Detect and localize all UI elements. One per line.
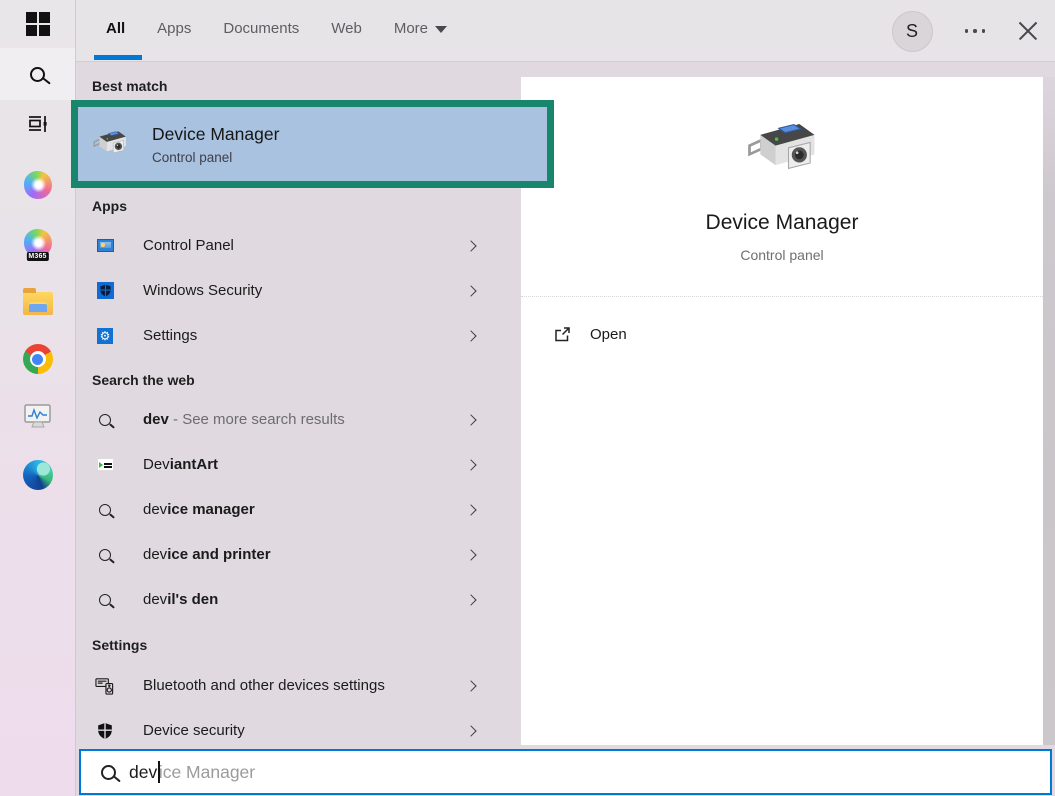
tab-more[interactable]: More	[394, 20, 447, 37]
topbar-controls: S	[892, 0, 1040, 62]
tab-apps[interactable]: Apps	[157, 20, 191, 37]
search-icon	[101, 765, 116, 780]
setting-device-security[interactable]: Device security	[76, 708, 521, 753]
web-result-device-and-printer[interactable]: device and printer	[76, 532, 521, 577]
m365-badge: M365	[26, 252, 48, 261]
tab-all[interactable]: All	[106, 20, 125, 37]
chevron-right-icon[interactable]	[465, 414, 476, 425]
desktop-strip	[1043, 77, 1055, 745]
search-flyout: All Apps Documents Web More S Best match…	[75, 0, 1055, 796]
result-windows-security[interactable]: Windows Security	[76, 268, 521, 313]
search-icon	[30, 67, 45, 82]
copilot-icon	[24, 171, 52, 199]
settings-header: Settings	[92, 636, 521, 654]
device-security-shield-icon	[96, 722, 114, 740]
chrome-icon	[23, 344, 53, 374]
search-icon	[99, 504, 111, 516]
system-monitor-button[interactable]	[0, 388, 75, 446]
chevron-right-icon[interactable]	[465, 285, 476, 296]
chevron-right-icon[interactable]	[465, 459, 476, 470]
chevron-right-icon[interactable]	[465, 725, 476, 736]
windows-search-screen: M365 All Apps Documents We	[0, 0, 1055, 796]
device-manager-icon	[91, 127, 129, 161]
web-result-device-manager[interactable]: device manager	[76, 487, 521, 532]
close-icon[interactable]	[1017, 20, 1039, 42]
web-result-deviantart[interactable]: DeviantArt	[76, 442, 521, 487]
result-settings[interactable]: ⚙ Settings	[76, 313, 521, 358]
control-panel-icon	[97, 239, 114, 252]
chevron-down-icon	[435, 26, 447, 33]
open-label: Open	[590, 326, 627, 343]
search-icon	[99, 549, 111, 561]
windows-logo-icon	[26, 12, 50, 36]
detail-subtitle: Control panel	[740, 247, 823, 263]
tab-documents[interactable]: Documents	[223, 20, 299, 37]
copilot-button[interactable]	[0, 156, 75, 214]
search-icon	[99, 414, 111, 426]
detail-title: Device Manager	[706, 211, 859, 235]
m365-copilot-button[interactable]: M365	[0, 214, 75, 272]
search-filter-bar: All Apps Documents Web More S	[76, 0, 1055, 62]
more-options-icon[interactable]	[963, 23, 988, 39]
taskbar: M365	[0, 0, 75, 796]
chrome-button[interactable]	[0, 330, 75, 388]
best-match-item[interactable]: Device Manager Control panel	[78, 107, 547, 181]
taskbar-search-button[interactable]	[0, 48, 75, 100]
file-explorer-button[interactable]	[0, 272, 75, 330]
result-control-panel[interactable]: Control Panel	[76, 223, 521, 268]
system-monitor-icon	[23, 403, 53, 431]
chevron-right-icon[interactable]	[465, 680, 476, 691]
search-box[interactable]: dev ice Manager	[79, 749, 1052, 795]
task-view-icon	[25, 111, 51, 137]
autocomplete-suggestion: ice Manager	[159, 762, 255, 783]
best-match-header: Best match	[92, 77, 521, 95]
open-external-icon	[553, 325, 572, 344]
detail-header: Device Manager Control panel	[521, 77, 1043, 297]
file-explorer-icon	[23, 292, 53, 315]
settings-gear-icon: ⚙	[97, 328, 113, 344]
open-action[interactable]: Open	[553, 325, 1043, 344]
deviantart-icon	[97, 458, 114, 471]
bluetooth-devices-icon	[95, 675, 115, 696]
chevron-right-icon[interactable]	[465, 504, 476, 515]
chevron-right-icon[interactable]	[465, 330, 476, 341]
search-input[interactable]: dev ice Manager	[129, 761, 255, 783]
task-view-button[interactable]	[0, 100, 75, 148]
web-result-devils-den[interactable]: devil's den	[76, 577, 521, 622]
user-avatar[interactable]: S	[892, 11, 933, 52]
m365-copilot-icon: M365	[24, 229, 52, 257]
web-result-dev[interactable]: dev - See more search results	[76, 397, 521, 442]
windows-security-icon	[97, 282, 114, 299]
filter-tabs: All Apps Documents Web More	[106, 20, 447, 37]
active-tab-underline	[94, 55, 142, 60]
start-button[interactable]	[0, 0, 75, 48]
setting-bluetooth-devices[interactable]: Bluetooth and other devices settings	[76, 663, 521, 708]
edge-button[interactable]	[0, 446, 75, 504]
apps-header: Apps	[92, 197, 521, 215]
results-column: Best match Apps Control Panel Windows Se…	[76, 62, 521, 748]
device-manager-icon	[743, 115, 821, 185]
search-the-web-header: Search the web	[92, 371, 521, 389]
edge-icon	[23, 460, 53, 490]
best-match-title: Device Manager	[152, 124, 279, 145]
search-icon	[99, 594, 111, 606]
detail-panel: Device Manager Control panel Open	[521, 77, 1043, 745]
chevron-right-icon[interactable]	[465, 594, 476, 605]
tab-web[interactable]: Web	[331, 20, 362, 37]
chevron-right-icon[interactable]	[465, 549, 476, 560]
best-match-subtitle: Control panel	[152, 150, 279, 165]
chevron-right-icon[interactable]	[465, 240, 476, 251]
